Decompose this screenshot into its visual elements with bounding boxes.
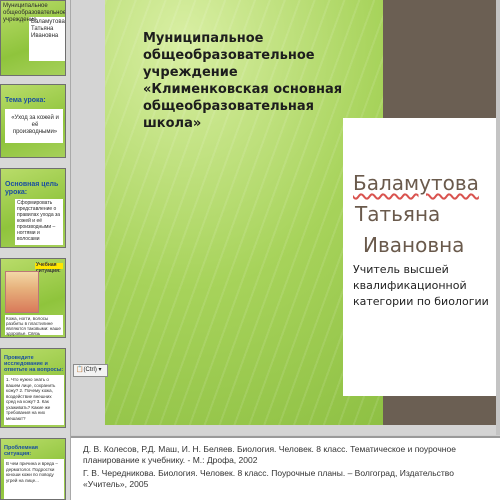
thumbnail-text: 1. Что нужно знать о вашем лице, сохрани… [6, 377, 56, 421]
thumbnail-title: Тема урока: [5, 97, 46, 104]
slide-thumbnail-6[interactable]: Проблемная ситуация: В чем причина и вре… [0, 438, 66, 500]
notes-line: Д. В. Колесов, Р.Д. Маш, И. Н. Беляев. Б… [83, 444, 456, 465]
thumbnail-text: «Уход за кожей и её производными» [11, 115, 59, 135]
thumbnail-text: Баламутова Татьяна Ивановна [31, 19, 65, 39]
slide-thumbnail-1[interactable]: Муниципальное общеобразовательное учрежд… [0, 0, 66, 76]
slide-thumbnail-3[interactable]: Основная цель урока: Сформировать предст… [0, 168, 66, 248]
vertical-scrollbar[interactable] [496, 0, 500, 435]
skin-diagram-image [5, 271, 39, 313]
decor-panel-bottom [383, 396, 496, 425]
thumbnail-text: Муниципальное общеобразовательное учрежд… [3, 3, 66, 23]
author-surname: Баламутова [353, 171, 479, 195]
notes-pane[interactable]: Д. В. Колесов, Р.Д. Маш, И. Н. Беляев. Б… [71, 436, 500, 500]
thumbnail-text: Кожа, ногти, волосы разбиты в пластилине… [6, 316, 61, 336]
slide-thumbnail-2[interactable]: Тема урока: «Уход за кожей и её производ… [0, 84, 66, 158]
slide-thumbnail-5[interactable]: Проведите исследование и ответьте на воп… [0, 348, 66, 428]
organization-title[interactable]: Муниципальное общеобразовательное учрежд… [143, 30, 343, 132]
thumbnail-title: Учебная ситуация: [36, 262, 61, 274]
thumbnail-text: Сформировать представление о правилах ух… [17, 200, 61, 242]
author-first-name: Татьяна [355, 202, 441, 226]
paste-options-label: (Ctrl) ▾ [83, 367, 102, 373]
thumbnail-text: В чем причина и вреда – дерматолог. Подр… [6, 461, 58, 483]
slide-editor[interactable]: Муниципальное общеобразовательное учрежд… [71, 0, 500, 435]
slide-thumbnail-pane[interactable]: Муниципальное общеобразовательное учрежд… [0, 0, 71, 500]
thumbnail-title: Проведите исследование и ответьте на воп… [4, 355, 64, 373]
paste-options-button[interactable]: 📋(Ctrl) ▾ [73, 364, 108, 377]
author-position[interactable]: Учитель высшей квалификационной категори… [353, 262, 493, 310]
thumbnail-title: Проблемная ситуация: [4, 445, 38, 457]
thumbnail-title: Основная цель урока: [5, 181, 59, 196]
decor-panel-top [383, 0, 496, 118]
notes-line: Г. В. Чередникова. Биология. Человек. 8 … [83, 468, 454, 489]
slide-thumbnail-4[interactable]: Учебная ситуация: Кожа, ногти, волосы ра… [0, 258, 66, 338]
author-patronymic: Ивановна [363, 233, 465, 257]
author-name[interactable]: Баламутова Татьяна Ивановна [353, 168, 493, 261]
current-slide[interactable]: Муниципальное общеобразовательное учрежд… [105, 0, 496, 425]
